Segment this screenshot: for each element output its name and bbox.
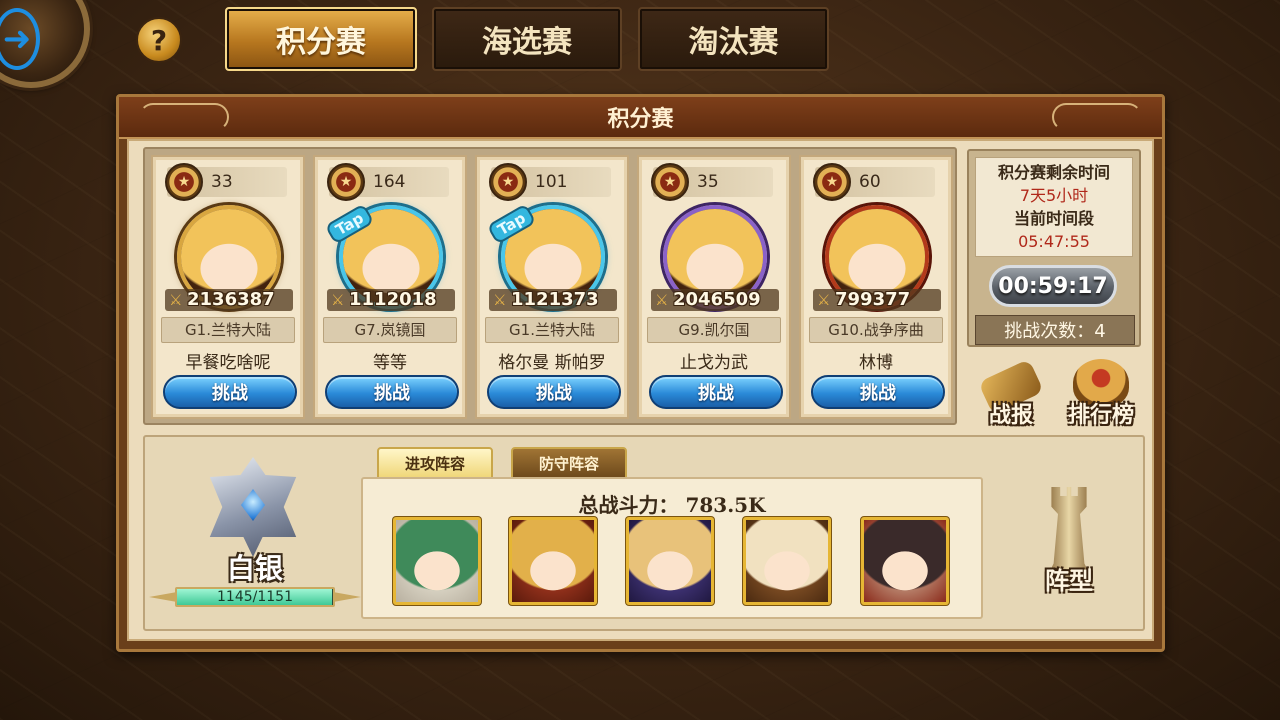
formation-label: 阵型 [1045,566,1093,595]
opponent-card: ★ 33 ⚔ 2136387 G1.兰特大陆 早餐吃啥呢 挑战 [151,155,305,419]
power-row: ⚔ 1112018 [327,289,455,311]
rank-progress-bar: 1145/1151 [175,587,335,607]
current-period-value: 05:47:55 [1018,232,1090,251]
trophy-count: 101 [535,172,568,192]
challenge-button[interactable]: 挑战 [811,375,945,409]
sword-icon: ⚔ [493,291,507,309]
opponent-card: ★ 164 Tap ⚔ 1112018 G7.岚镜国 等等 挑战 [313,155,467,419]
goggles-hero-icon [512,520,594,602]
opponent-name: 等等 [373,353,407,373]
opponent-server: G1.兰特大陆 [161,317,295,343]
opponent-server: G10.战争序曲 [809,317,943,343]
tab-knockout-match[interactable]: 淘汰赛 [638,7,829,71]
opponent-power: 1121373 [511,289,599,310]
total-power-label: 总战斗力： [578,493,679,517]
panel-title: 积分赛 [607,106,674,132]
trophy-row: ★ 101 [489,163,611,201]
aviator-hero-icon [746,520,828,602]
opponent-power: 1112018 [349,289,437,310]
trophy-icon: ★ [651,163,689,201]
green-hair-hero-icon [396,520,478,602]
scroll-ornament-right [1052,103,1142,131]
power-row: ⚔ 1121373 [489,289,617,311]
trophy-count: 33 [211,172,233,192]
battle-report-label: 战报 [988,402,1033,428]
trophy-icon: ★ [489,163,527,201]
opponent-name: 早餐吃啥呢 [185,353,271,373]
opponent-card: ★ 101 Tap ⚔ 1121373 G1.兰特大陆 格尔曼 斯帕罗 挑战 [475,155,629,419]
rank-bar-wing-left [149,592,177,602]
sword-icon: ⚔ [655,291,669,309]
time-info: 积分赛剩余时间 7天5小时 当前时间段 05:47:55 [975,157,1133,257]
hero-portrait[interactable] [393,517,481,605]
opponent-power: 2046509 [673,289,761,310]
rank-name: 白银 [226,552,283,585]
panel-body: ★ 33 ⚔ 2136387 G1.兰特大陆 早餐吃啥呢 挑战 ★ 164 Ta… [127,139,1154,641]
battle-report-button[interactable]: 战报 [971,357,1051,437]
dark-hair-hero-icon [864,520,946,602]
help-button[interactable]: ? [136,17,182,63]
panel-header: 积分赛 [119,97,1162,139]
power-row: ⚔ 2046509 [651,289,779,311]
leaderboard-label: 排行榜 [1067,402,1134,428]
trophy-row: ★ 60 [813,163,935,201]
trophy-icon: ★ [327,163,365,201]
tab-points-match[interactable]: 积分赛 [225,7,417,71]
opponent-list: ★ 33 ⚔ 2136387 G1.兰特大陆 早餐吃啥呢 挑战 ★ 164 Ta… [143,147,957,425]
challenge-button[interactable]: 挑战 [649,375,783,409]
trophy-row: ★ 35 [651,163,773,201]
challenge-attempts: 挑战次数：4 [975,315,1135,345]
leaderboard-button[interactable]: 排行榜 [1061,357,1141,437]
sword-icon: ⚔ [817,291,831,309]
hero-portrait[interactable] [509,517,597,605]
trophy-row: ★ 33 [165,163,287,201]
opponent-power: 799377 [835,289,911,310]
tab-attack-lineup[interactable]: 进攻阵容 [377,447,493,479]
trophy-icon: ★ [165,163,203,201]
formation-button[interactable]: 阵型 [1021,487,1117,597]
challenge-button[interactable]: 挑战 [487,375,621,409]
countdown-timer: 00:59:17 [989,265,1117,307]
trophy-count: 35 [697,172,719,192]
remaining-time-label: 积分赛剩余时间 [997,163,1110,182]
points-match-panel: 积分赛 ★ 33 ⚔ 2136387 G1.兰特大陆 早餐吃啥呢 挑战 ★ 16… [116,94,1165,652]
sword-icon: ⚔ [169,291,183,309]
opponent-name: 止戈为武 [680,353,748,373]
scroll-ornament-left [139,103,229,131]
total-power: 总战斗力： 783.5K [363,489,981,518]
total-power-value: 783.5K [685,493,766,517]
current-period-label: 当前时间段 [1013,209,1094,228]
tab-audition-match[interactable]: 海选赛 [432,7,622,71]
opponent-name: 林博 [859,353,893,373]
remaining-time-value: 7天5小时 [1019,186,1089,205]
hero-portrait[interactable] [861,517,949,605]
match-info-box: 积分赛剩余时间 7天5小时 当前时间段 05:47:55 00:59:17 挑战… [967,149,1141,347]
opponent-server: G7.岚镜国 [323,317,457,343]
challenge-button[interactable]: 挑战 [325,375,459,409]
trophy-count: 164 [373,172,406,192]
trophy-count: 60 [859,172,881,192]
opponent-card: ★ 60 ⚔ 799377 G10.战争序曲 林博 挑战 [799,155,953,419]
power-row: ⚔ 799377 [813,289,941,311]
team-area: 白银 1145/1151 进攻阵容 防守阵容 总战斗力： 783.5K 阵型 [143,435,1145,631]
sword-icon: ⚔ [331,291,345,309]
witch-hero-icon [629,520,711,602]
power-row: ⚔ 2136387 [165,289,293,311]
lineup-box: 总战斗力： 783.5K [361,477,983,619]
opponent-card: ★ 35 ⚔ 2046509 G9.凯尔国 止戈为武 挑战 [637,155,791,419]
opponent-name: 格尔曼 斯帕罗 [498,353,606,373]
tab-defense-lineup[interactable]: 防守阵容 [511,447,627,479]
trophy-row: ★ 164 [327,163,449,201]
rank-bar-wing-right [333,592,361,602]
opponent-server: G9.凯尔国 [647,317,781,343]
hero-portrait[interactable] [743,517,831,605]
rank-progress-text: 1145/1151 [217,589,293,605]
opponent-power: 2136387 [187,289,275,310]
hero-portrait[interactable] [626,517,714,605]
opponent-server: G1.兰特大陆 [485,317,619,343]
trophy-icon: ★ [813,163,851,201]
challenge-button[interactable]: 挑战 [163,375,297,409]
